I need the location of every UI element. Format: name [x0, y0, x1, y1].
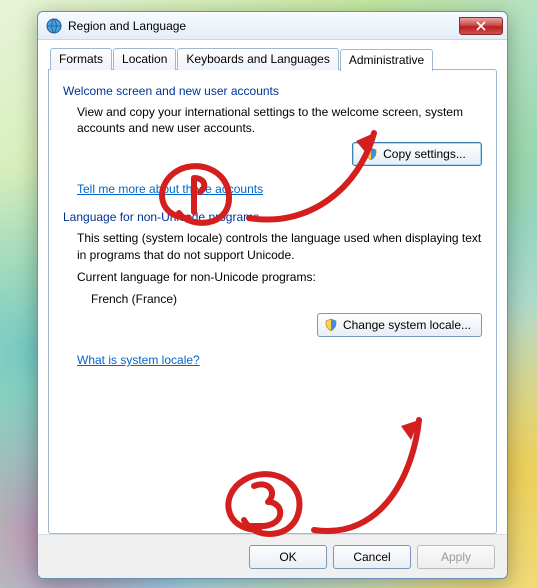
current-locale-value: French (France): [91, 291, 482, 307]
copy-settings-button[interactable]: Copy settings...: [352, 142, 482, 166]
copy-settings-label: Copy settings...: [383, 147, 466, 161]
globe-icon: [46, 18, 62, 34]
tab-panel-administrative: Welcome screen and new user accounts Vie…: [48, 69, 497, 534]
close-button[interactable]: [459, 17, 503, 35]
apply-button: Apply: [417, 545, 495, 569]
change-system-locale-button[interactable]: Change system locale...: [317, 313, 482, 337]
dialog-footer: OK Cancel Apply: [38, 534, 507, 578]
nonunicode-body: This setting (system locale) controls th…: [77, 230, 482, 262]
close-icon: [476, 21, 486, 31]
tab-keyboards-languages[interactable]: Keyboards and Languages: [177, 48, 338, 70]
uac-shield-icon: [324, 318, 338, 332]
change-locale-label: Change system locale...: [343, 318, 471, 332]
cancel-label: Cancel: [353, 550, 390, 564]
tab-strip: Formats Location Keyboards and Languages…: [50, 48, 497, 70]
content-area: Formats Location Keyboards and Languages…: [38, 40, 507, 534]
current-locale-label: Current language for non-Unicode program…: [77, 269, 482, 285]
tab-location[interactable]: Location: [113, 48, 176, 70]
uac-shield-icon: [364, 147, 378, 161]
window-title: Region and Language: [68, 19, 459, 33]
learn-more-accounts-link[interactable]: Tell me more about these accounts: [77, 182, 263, 196]
titlebar: Region and Language: [38, 12, 507, 40]
welcome-heading: Welcome screen and new user accounts: [63, 84, 482, 98]
cancel-button[interactable]: Cancel: [333, 545, 411, 569]
welcome-body: View and copy your international setting…: [77, 104, 482, 136]
ok-label: OK: [279, 550, 296, 564]
apply-label: Apply: [441, 550, 471, 564]
nonunicode-heading: Language for non-Unicode programs: [63, 210, 482, 224]
what-is-system-locale-link[interactable]: What is system locale?: [77, 353, 200, 367]
tab-formats[interactable]: Formats: [50, 48, 112, 70]
ok-button[interactable]: OK: [249, 545, 327, 569]
region-language-dialog: Region and Language Formats Location Key…: [37, 11, 508, 579]
tab-administrative[interactable]: Administrative: [340, 49, 433, 71]
